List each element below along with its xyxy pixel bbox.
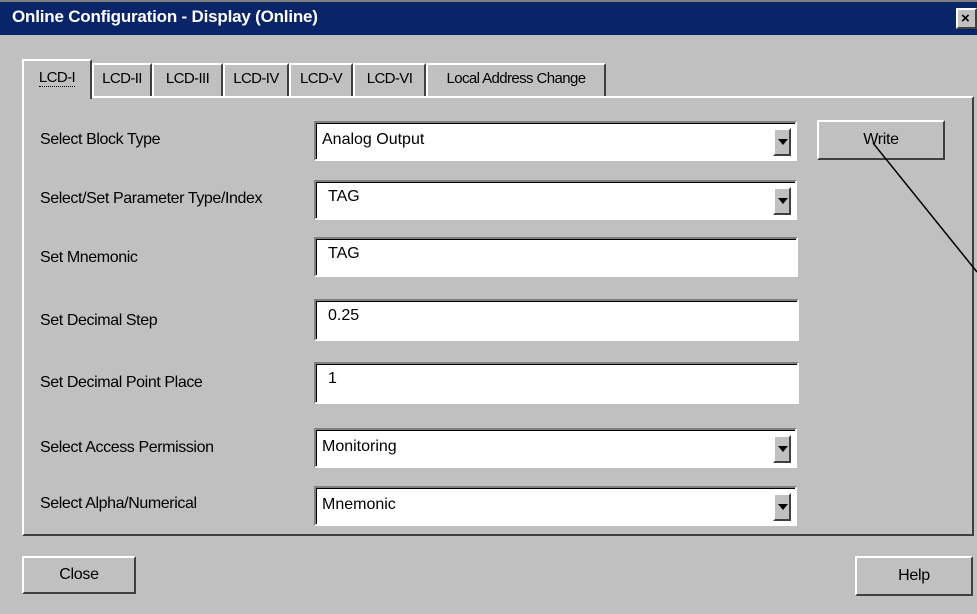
- window-title: Online Configuration - Display (Online): [12, 7, 318, 26]
- decimal-step-field[interactable]: 0.25: [314, 299, 799, 341]
- block-type-select[interactable]: Analog Output: [314, 121, 797, 161]
- chevron-down-icon[interactable]: [773, 187, 791, 215]
- tab-local-address-change[interactable]: Local Address Change: [426, 63, 606, 96]
- close-icon[interactable]: ×: [956, 8, 977, 29]
- alpha-numerical-select[interactable]: Mnemonic: [314, 486, 797, 526]
- chevron-down-icon[interactable]: [773, 128, 791, 156]
- tab-lcd-iv[interactable]: LCD-IV: [223, 63, 289, 96]
- tab-lcd-v[interactable]: LCD-V: [289, 63, 353, 96]
- tab-lcd-i[interactable]: LCD-I: [22, 59, 92, 99]
- tab-lcd-ii[interactable]: LCD-II: [92, 63, 152, 96]
- online-configuration-window: Online Configuration - Display (Online) …: [0, 0, 977, 614]
- access-permission-select[interactable]: Monitoring: [314, 428, 797, 468]
- write-button[interactable]: Write: [817, 120, 945, 160]
- title-bar: Online Configuration - Display (Online) …: [0, 0, 977, 35]
- help-button[interactable]: Help: [855, 556, 973, 596]
- tab-lcd-iii[interactable]: LCD-III: [152, 63, 223, 96]
- close-button[interactable]: Close: [22, 556, 136, 594]
- chevron-down-icon[interactable]: [773, 493, 791, 521]
- mnemonic-field[interactable]: TAG: [314, 237, 798, 277]
- parameter-type-select[interactable]: TAG: [314, 180, 797, 220]
- decimal-point-field[interactable]: 1: [314, 362, 799, 404]
- chevron-down-icon[interactable]: [773, 435, 791, 463]
- tab-lcd-vi[interactable]: LCD-VI: [353, 63, 426, 96]
